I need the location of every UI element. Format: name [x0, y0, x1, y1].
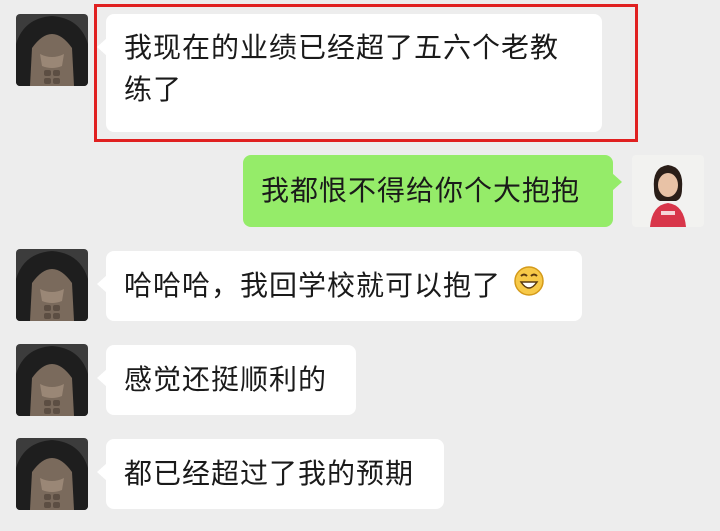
contact-avatar[interactable] — [16, 14, 88, 86]
message-text: 感觉还挺顺利的 — [124, 363, 328, 396]
muscle-torso-avatar-icon — [16, 344, 88, 416]
muscle-torso-avatar-icon — [16, 249, 88, 321]
self-avatar[interactable] — [632, 155, 704, 227]
message-bubble-5[interactable]: 都已经超过了我的预期 — [97, 439, 444, 509]
grinning-face-emoji-icon — [513, 265, 545, 309]
highlight-box — [94, 4, 638, 142]
message-text: 都已经超过了我的预期 — [124, 457, 415, 490]
woman-portrait-avatar-icon — [632, 155, 704, 227]
muscle-torso-avatar-icon — [16, 438, 88, 510]
message-text: 哈哈哈，我回学校就可以抱了 — [124, 269, 502, 302]
message-bubble-4[interactable]: 感觉还挺顺利的 — [97, 345, 356, 415]
contact-avatar[interactable] — [16, 344, 88, 416]
contact-avatar[interactable] — [16, 249, 88, 321]
muscle-torso-avatar-icon — [16, 14, 88, 86]
contact-avatar[interactable] — [16, 438, 88, 510]
message-text: 我都恨不得给你个大抱抱 — [261, 174, 581, 207]
message-bubble-2[interactable]: 我都恨不得给你个大抱抱 — [243, 155, 622, 227]
message-bubble-3[interactable]: 哈哈哈，我回学校就可以抱了 — [97, 251, 582, 321]
